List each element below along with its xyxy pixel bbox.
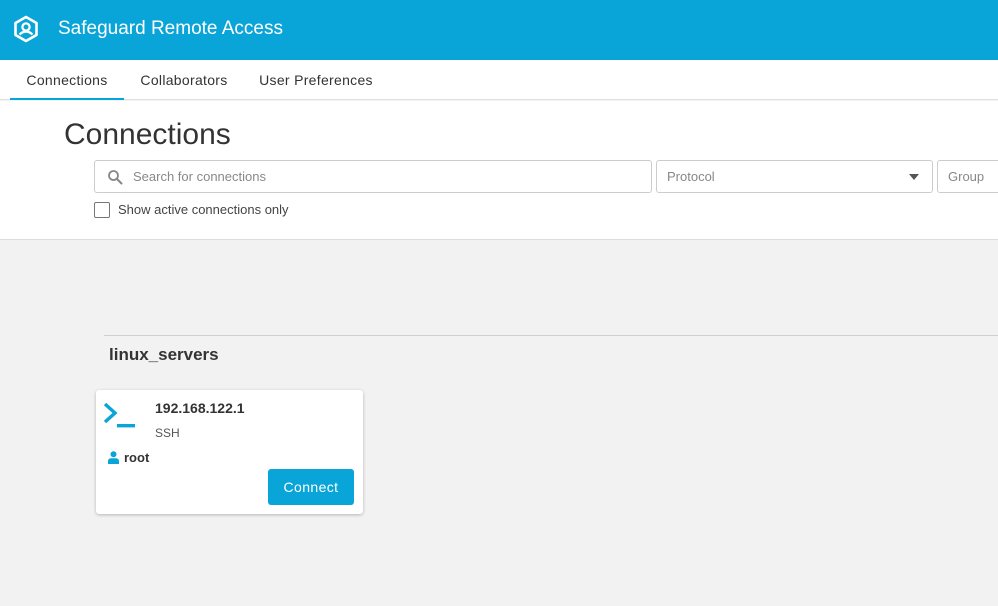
page-title: Connections — [64, 118, 231, 151]
terminal-icon — [103, 402, 135, 428]
search-icon — [108, 170, 123, 185]
protocol-select[interactable]: Protocol — [656, 160, 933, 193]
search-field — [94, 160, 652, 193]
chevron-down-icon — [909, 174, 919, 180]
connection-user: root — [124, 450, 150, 465]
active-only-checkbox[interactable] — [94, 202, 110, 218]
protocol-select-label: Protocol — [667, 169, 715, 184]
tab-collaborators[interactable]: Collaborators — [124, 60, 244, 100]
connection-card: 192.168.122.1 SSH root Connect — [96, 390, 363, 514]
user-icon — [108, 451, 119, 464]
tab-user-preferences[interactable]: User Preferences — [244, 60, 388, 100]
group-title: linux_servers — [109, 345, 219, 364]
tab-connections[interactable]: Connections — [10, 60, 124, 100]
search-input[interactable] — [133, 161, 643, 192]
connections-header: Connections Protocol Group Show active c… — [0, 101, 998, 240]
app-header: Safeguard Remote Access — [0, 0, 998, 60]
group-select[interactable]: Group — [937, 160, 998, 193]
main-tabs: Connections Collaborators User Preferenc… — [0, 60, 998, 100]
safeguard-logo-icon — [14, 15, 38, 43]
active-only-label: Show active connections only — [118, 202, 289, 217]
connect-button[interactable]: Connect — [268, 469, 354, 505]
app-title: Safeguard Remote Access — [58, 18, 283, 39]
connection-protocol: SSH — [155, 426, 180, 440]
group-select-label: Group — [948, 169, 985, 184]
group-divider — [104, 335, 998, 336]
connection-host: 192.168.122.1 — [155, 400, 245, 416]
